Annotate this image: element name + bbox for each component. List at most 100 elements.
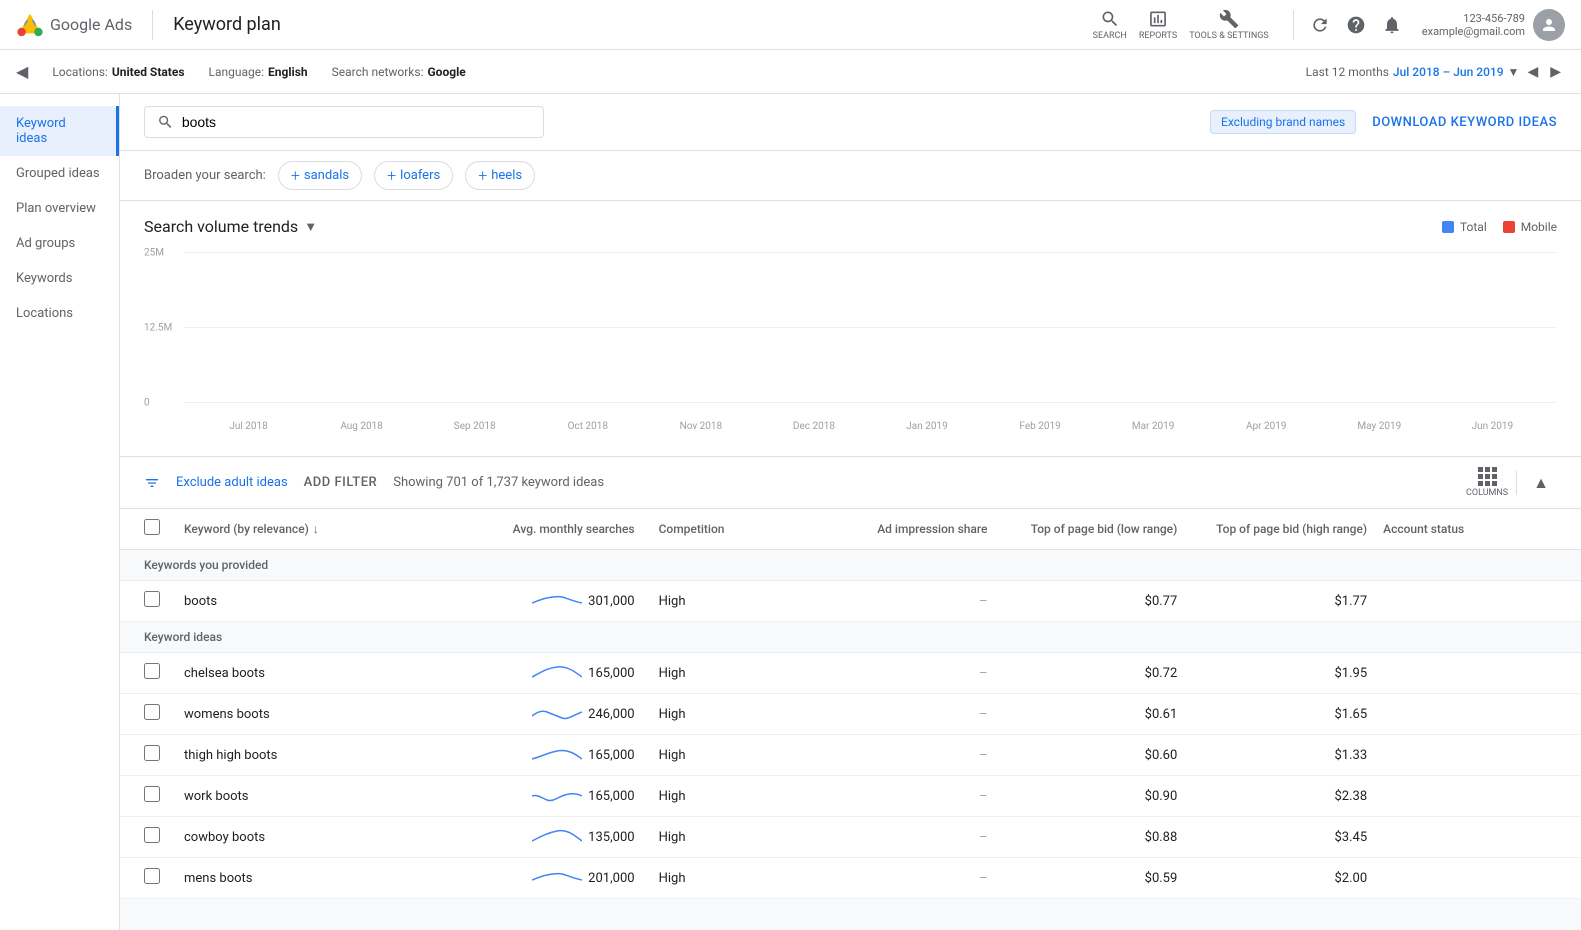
cell-bid-high: $1.33	[1193, 748, 1367, 763]
cell-monthly: 301,000	[461, 591, 643, 611]
toolbar-divider	[1516, 471, 1517, 495]
search-nav-button[interactable]: SEARCH	[1089, 5, 1131, 45]
page-title: Keyword plan	[173, 14, 281, 35]
refresh-button[interactable]	[1306, 11, 1334, 39]
help-button[interactable]	[1342, 11, 1370, 39]
cell-competition: High	[659, 666, 798, 681]
exclude-adult-link[interactable]: Exclude adult ideas	[176, 475, 288, 490]
table-row: thigh high boots 165,000 High – $0.60 $1…	[120, 735, 1581, 776]
chart-legend: Total Mobile	[1442, 220, 1557, 234]
sparkline-icon	[532, 868, 582, 888]
legend-total-label: Total	[1460, 220, 1487, 234]
grid-line-0: 0	[184, 402, 1557, 403]
row-checkbox[interactable]	[144, 663, 160, 679]
main-layout: Keyword ideas Grouped ideas Plan overvie…	[0, 94, 1581, 930]
search-wrapper	[144, 106, 544, 138]
notifications-button[interactable]	[1378, 11, 1406, 39]
reports-nav-button[interactable]: REPORTS	[1135, 5, 1181, 45]
cell-competition: High	[659, 707, 798, 722]
cell-bid-low: $0.77	[1003, 594, 1177, 609]
cell-bid-high: $1.95	[1193, 666, 1367, 681]
col-header-bid-high: Top of page bid (high range)	[1193, 522, 1367, 536]
cell-impression: –	[814, 830, 988, 845]
chart-section: Search volume trends ▼ Total Mobile	[120, 201, 1581, 457]
date-range-selector[interactable]: Last 12 months Jul 2018 – Jun 2019 ▼ ◀ ▶	[1306, 59, 1565, 84]
ideas-rows: chelsea boots 165,000 High – $0.72 $1.95…	[120, 653, 1581, 899]
broaden-chip-heels[interactable]: + heels	[465, 161, 535, 190]
sidebar: Keyword ideas Grouped ideas Plan overvie…	[0, 94, 120, 930]
search-input[interactable]	[182, 114, 531, 130]
add-filter-button[interactable]: ADD FILTER	[304, 475, 378, 490]
sidebar-item-plan-overview[interactable]: Plan overview	[0, 191, 119, 226]
x-axis-label: Oct 2018	[531, 421, 644, 432]
broaden-chip-sandals[interactable]: + sandals	[278, 161, 362, 190]
legend-mobile-label: Mobile	[1521, 220, 1557, 234]
legend-mobile: Mobile	[1503, 220, 1557, 234]
cell-keyword: womens boots	[184, 707, 445, 722]
row-checkbox[interactable]	[144, 591, 160, 607]
user-info: 123-456-789 example@gmail.com	[1422, 9, 1565, 41]
monthly-value: 201,000	[588, 871, 634, 886]
sort-arrow-icon: ↓	[313, 522, 319, 536]
row-checkbox[interactable]	[144, 868, 160, 884]
broaden-chip-loafers[interactable]: + loafers	[374, 161, 453, 190]
user-avatar[interactable]	[1533, 9, 1565, 41]
select-all-checkbox[interactable]	[144, 519, 160, 535]
sidebar-toggle[interactable]: ◀	[16, 62, 28, 81]
x-axis-label: Apr 2019	[1210, 421, 1323, 432]
search-icon	[157, 113, 174, 131]
cell-impression: –	[814, 789, 988, 804]
search-section: Excluding brand names DOWNLOAD KEYWORD I…	[120, 94, 1581, 151]
col-header-status: Account status	[1383, 522, 1557, 536]
sparkline-icon	[532, 827, 582, 847]
date-next-button[interactable]: ▶	[1546, 59, 1565, 84]
row-checkbox[interactable]	[144, 786, 160, 802]
sidebar-item-ad-groups[interactable]: Ad groups	[0, 226, 119, 261]
row-checkbox[interactable]	[144, 827, 160, 843]
cell-bid-low: $0.60	[1003, 748, 1177, 763]
cell-monthly: 201,000	[461, 868, 643, 888]
language-value: English	[268, 65, 308, 79]
table-row: mens boots 201,000 High – $0.59 $2.00	[120, 858, 1581, 899]
row-checkbox[interactable]	[144, 745, 160, 761]
row-checkbox[interactable]	[144, 704, 160, 720]
filter-bar: ◀ Locations: United States Language: Eng…	[0, 50, 1581, 94]
network-value: Google	[427, 65, 465, 79]
collapse-button[interactable]: ▲	[1525, 469, 1557, 497]
col-header-keyword[interactable]: Keyword (by relevance) ↓	[184, 522, 445, 536]
chart-title: Search volume trends	[144, 217, 298, 236]
chart-header: Search volume trends ▼ Total Mobile	[144, 217, 1557, 236]
date-prev-button[interactable]: ◀	[1523, 59, 1542, 84]
columns-label: COLUMNS	[1466, 488, 1508, 498]
sidebar-item-keywords[interactable]: Keywords	[0, 261, 119, 296]
chart-title-area[interactable]: Search volume trends ▼	[144, 217, 317, 236]
monthly-value: 135,000	[588, 830, 634, 845]
sparkline-icon	[532, 786, 582, 806]
cell-competition: High	[659, 830, 798, 845]
broaden-label: Broaden your search:	[144, 168, 266, 183]
table-row: cowboy boots 135,000 High – $0.88 $3.45	[120, 817, 1581, 858]
sidebar-item-keyword-ideas[interactable]: Keyword ideas	[0, 106, 119, 156]
cell-keyword: cowboy boots	[184, 830, 445, 845]
tools-nav-button[interactable]: TOOLS & SETTINGS	[1185, 5, 1273, 45]
cell-impression: –	[814, 666, 988, 681]
chart-dropdown-icon: ▼	[304, 219, 317, 235]
sidebar-item-locations[interactable]: Locations	[0, 296, 119, 331]
tools-nav-label: TOOLS & SETTINGS	[1189, 31, 1269, 41]
columns-button[interactable]: COLUMNS	[1466, 467, 1508, 498]
sparkline-icon	[532, 745, 582, 765]
x-axis-label: Dec 2018	[757, 421, 870, 432]
cell-keyword: work boots	[184, 789, 445, 804]
cell-monthly: 165,000	[461, 745, 643, 765]
x-axis: Jul 2018Aug 2018Sep 2018Oct 2018Nov 2018…	[184, 421, 1557, 432]
cell-impression: –	[814, 594, 988, 609]
download-link[interactable]: DOWNLOAD KEYWORD IDEAS	[1372, 115, 1557, 130]
google-ads-logo: Google Ads	[16, 11, 132, 39]
legend-mobile-box	[1503, 221, 1515, 233]
sidebar-item-grouped-ideas[interactable]: Grouped ideas	[0, 156, 119, 191]
main-content: Excluding brand names DOWNLOAD KEYWORD I…	[120, 94, 1581, 930]
language-filter: Language: English	[209, 65, 308, 79]
cell-keyword: chelsea boots	[184, 666, 445, 681]
filter-icon	[144, 475, 160, 491]
date-range-value: Jul 2018 – Jun 2019	[1393, 65, 1504, 79]
